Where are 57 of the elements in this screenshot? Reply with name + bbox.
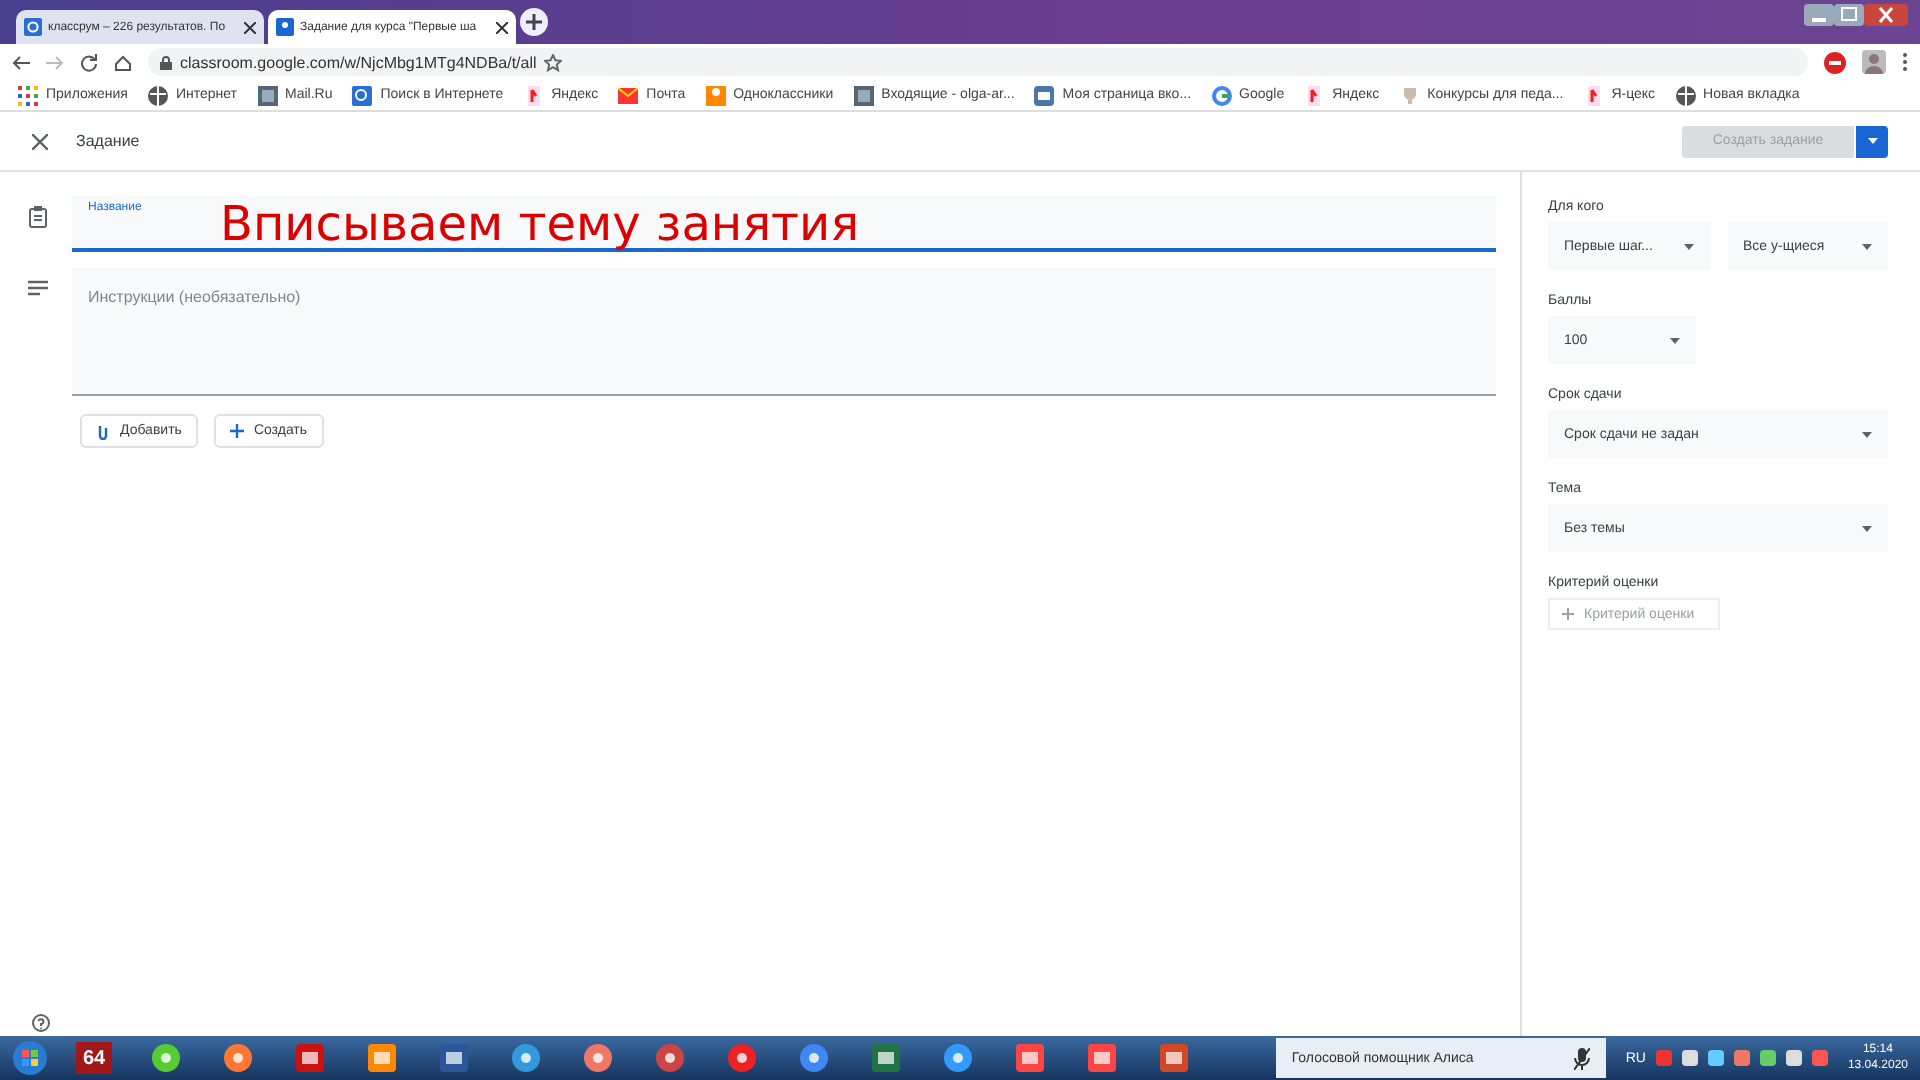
bookmark-favicon-icon xyxy=(1209,83,1234,107)
page-title: Задание xyxy=(76,132,142,150)
app-icon[interactable]: 64 xyxy=(76,1042,112,1074)
menu-icon[interactable] xyxy=(1902,52,1908,72)
dropdown-button[interactable] xyxy=(1856,125,1888,157)
caret-icon xyxy=(1670,337,1680,343)
paperclip-icon xyxy=(96,423,110,439)
description-icon xyxy=(28,280,48,296)
caret-icon xyxy=(1867,138,1877,144)
app-icon[interactable] xyxy=(1086,1042,1118,1074)
caret-icon xyxy=(1862,525,1872,531)
caret-icon xyxy=(1862,431,1872,437)
star-icon[interactable] xyxy=(544,53,563,71)
home-icon[interactable] xyxy=(114,53,132,71)
help-icon[interactable] xyxy=(32,1014,50,1032)
microphone-icon[interactable] xyxy=(1573,1047,1590,1069)
maximize-icon[interactable] xyxy=(1834,4,1864,26)
app-icon[interactable] xyxy=(798,1042,830,1074)
instructions-field[interactable]: Инструкции (необязательно) xyxy=(72,268,1496,396)
caret-icon xyxy=(1683,243,1693,249)
close-icon[interactable] xyxy=(244,21,256,33)
close-icon[interactable] xyxy=(496,21,508,33)
start-button[interactable] xyxy=(12,1040,48,1076)
plus-icon xyxy=(229,423,244,439)
app-icon[interactable] xyxy=(222,1042,254,1074)
tab-favicon-icon xyxy=(276,18,294,36)
app-icon[interactable] xyxy=(1158,1042,1190,1074)
app-icon[interactable] xyxy=(366,1042,398,1074)
app-icon[interactable] xyxy=(942,1042,974,1074)
app-icon[interactable] xyxy=(294,1042,326,1074)
tab-favicon-icon xyxy=(24,18,42,36)
lock-icon xyxy=(160,55,172,69)
app-icon[interactable] xyxy=(510,1042,542,1074)
app-icon[interactable] xyxy=(726,1042,758,1074)
minimize-icon[interactable] xyxy=(1804,4,1834,26)
app-icon[interactable] xyxy=(654,1042,686,1074)
app-icon[interactable] xyxy=(438,1042,470,1074)
reload-icon[interactable] xyxy=(80,53,98,71)
bookmark-favicon-icon xyxy=(255,83,280,107)
annotation-text: Вписываем тему занятия xyxy=(220,196,860,252)
bookmark-favicon-icon xyxy=(851,83,876,107)
back-icon[interactable] xyxy=(12,53,30,71)
plus-icon xyxy=(1562,608,1574,620)
url-text: classroom.google.com/w/NjcMbg1MTg4NDBa/t/all xyxy=(180,53,537,71)
close-icon[interactable] xyxy=(32,133,48,149)
assignment-icon xyxy=(28,206,48,228)
profile-avatar-icon[interactable] xyxy=(1862,50,1886,74)
blocker-icon[interactable] xyxy=(1824,51,1846,73)
new-tab-icon[interactable] xyxy=(520,8,548,36)
caret-icon xyxy=(1862,243,1872,249)
bookmark-favicon-icon xyxy=(616,83,641,107)
app-icon[interactable] xyxy=(582,1042,614,1074)
app-icon[interactable] xyxy=(150,1042,182,1074)
address-bar[interactable]: classroom.google.com/w/NjcMbg1MTg4NDBa/t/all xyxy=(148,48,1808,76)
app-icon[interactable] xyxy=(870,1042,902,1074)
app-icon[interactable] xyxy=(1014,1042,1046,1074)
bookmark-favicon-icon xyxy=(16,83,40,107)
